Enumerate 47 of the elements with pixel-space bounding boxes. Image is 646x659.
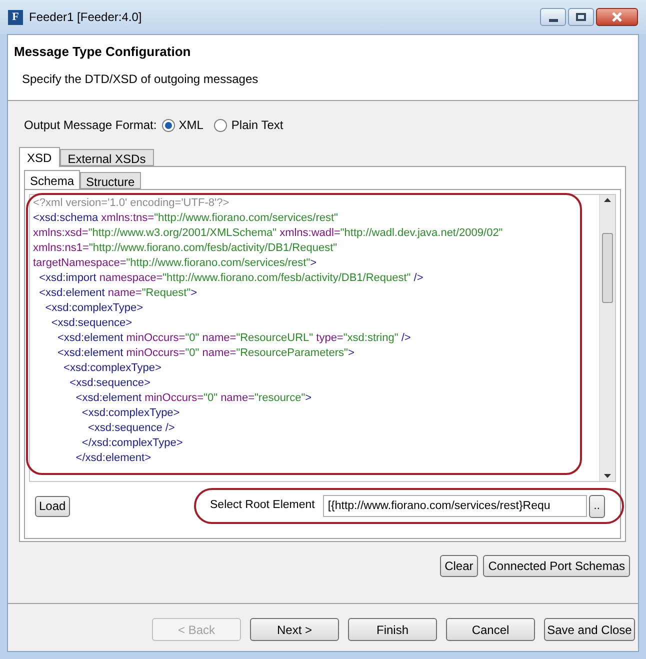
tab[interactable]: XSD	[19, 147, 60, 167]
root-element-label: Select Root Element	[210, 498, 315, 514]
code-line: <xsd:sequence>	[50, 316, 134, 331]
footer-button[interactable]: Finish	[348, 618, 437, 641]
code-line: xmlns:ns1="http://www.fiorano.com/fesb/activity/DB1/Request"	[33, 241, 338, 256]
code-line: <xsd:schema xmlns:tns="http://www.fiorano.com/services/rest"	[33, 211, 339, 226]
code-line: <xsd:complexType>	[80, 406, 181, 421]
code-line: <xsd:complexType>	[44, 301, 144, 316]
close-icon	[611, 12, 623, 22]
code-line: </xsd:complexType>	[80, 436, 184, 451]
code-line: <xsd:complexType>	[62, 361, 162, 376]
footer-button[interactable]: Next >	[250, 618, 339, 641]
radio-option[interactable]: Plain Text	[214, 116, 284, 134]
maximize-button[interactable]	[568, 8, 594, 26]
up-arrow-icon[interactable]	[604, 198, 611, 202]
page-subtitle: Specify the DTD/XSD of outgoing messages	[22, 70, 260, 88]
code-line: targetNamespace="http://www.fiorano.com/services/rest">	[33, 256, 318, 271]
page-title: Message Type Configuration	[14, 43, 192, 61]
tab[interactable]: Schema	[24, 170, 80, 190]
code-line: <xsd:element name="Request">	[38, 286, 198, 301]
code-line: xmlns:xsd="http://www.w3.org/2001/XMLSchema" xmlns:wadl="http://wadl.dev.java.net/2009/02"	[33, 226, 504, 241]
tab[interactable]: External XSDs	[60, 149, 154, 166]
app-logo: F	[8, 10, 23, 24]
format-label: Output Message Format:	[24, 117, 157, 134]
browse-button[interactable]: ..	[588, 494, 605, 518]
code-line: <xsd:sequence />	[87, 421, 176, 436]
action-button[interactable]: Clear	[440, 555, 478, 577]
code-line: <xsd:element minOccurs="0" name="resource">	[74, 391, 313, 406]
window-title: Feeder1 [Feeder:4.0]	[29, 9, 142, 26]
scrollbar-thumb[interactable]	[602, 233, 613, 303]
load-button[interactable]: Load	[35, 496, 70, 516]
minimize-button[interactable]	[540, 8, 566, 26]
tab[interactable]: Structure	[80, 172, 141, 189]
code-line: <?xml version='1.0' encoding='UTF-8'?>	[33, 196, 230, 211]
radio-option[interactable]: XML	[162, 116, 204, 134]
footer-button[interactable]: Save and Close	[544, 618, 635, 641]
footer-button[interactable]: Cancel	[446, 618, 535, 641]
code-line: <xsd:element minOccurs="0" name="ResourceParameters">	[56, 346, 356, 361]
code-line: <xsd:import namespace="http://www.fiorano.com/fesb/activity/DB1/Request" />	[38, 271, 424, 286]
action-button[interactable]: Connected Port Schemas	[483, 555, 630, 577]
code-line: <xsd:sequence>	[68, 376, 152, 391]
down-arrow-icon[interactable]	[604, 474, 611, 478]
code-line: </xsd:element>	[74, 451, 152, 466]
scrollbar[interactable]	[599, 195, 615, 481]
close-button[interactable]	[596, 8, 638, 26]
root-element-field[interactable]: [{http://www.fiorano.com/services/rest}Requ	[322, 495, 587, 517]
code-line: <xsd:element minOccurs="0" name="ResourceURL" type="xsd:string" />	[56, 331, 412, 346]
